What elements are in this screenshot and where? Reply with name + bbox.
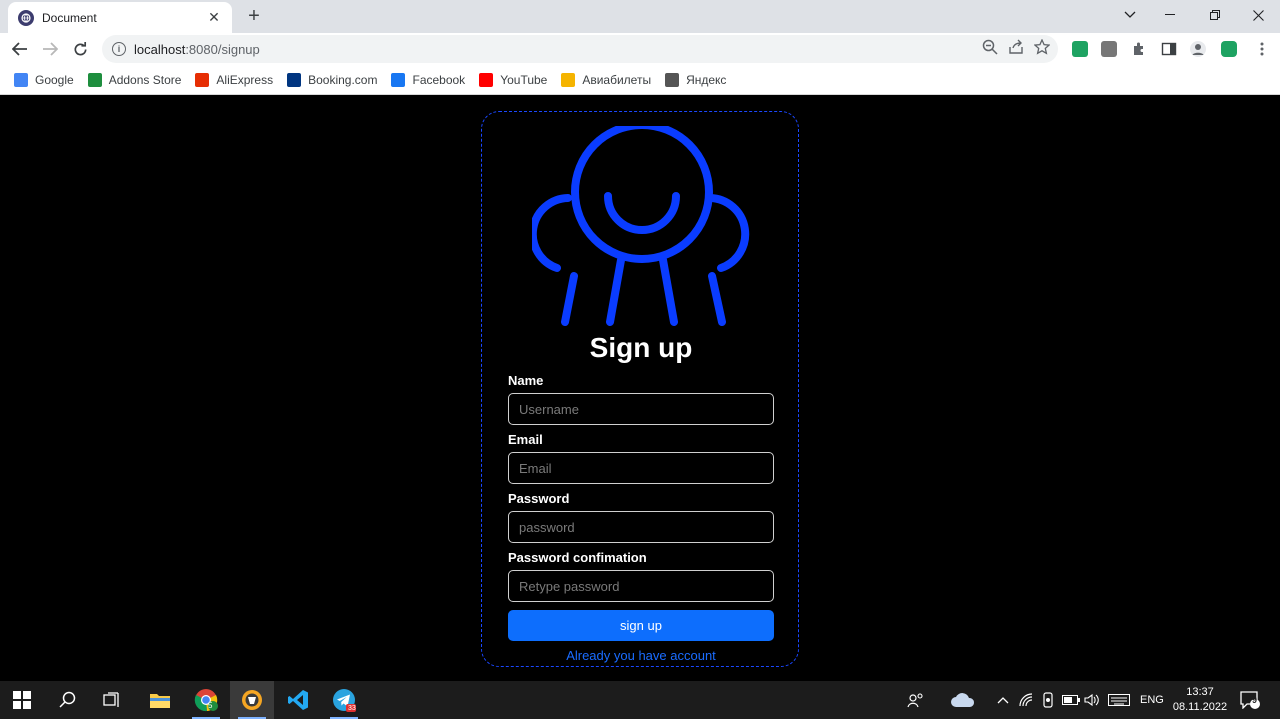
close-window-button[interactable]: [1236, 0, 1280, 30]
back-button[interactable]: [8, 37, 32, 61]
address-bar[interactable]: i localhost:8080/signup: [102, 35, 1058, 63]
bookmark-item[interactable]: Google: [14, 72, 74, 87]
search-icon[interactable]: [46, 681, 90, 719]
bookmark-label: Booking.com: [308, 72, 378, 87]
forward-button[interactable]: [38, 37, 62, 61]
volume-icon[interactable]: [1084, 681, 1100, 719]
bookmark-item[interactable]: Авиабилеты: [561, 72, 652, 87]
keyboard-icon[interactable]: [1108, 681, 1130, 719]
password-input[interactable]: [508, 511, 774, 543]
extension-a-icon[interactable]: [1101, 41, 1117, 57]
bookmark-item[interactable]: Яндекс: [665, 72, 727, 87]
clock-date: 08.11.2022: [1172, 701, 1228, 713]
windows-taskbar: 5 33 ENG 13:37 08.11.2022 9: [0, 681, 1280, 719]
bookmark-label: YouTube: [500, 72, 548, 87]
bookmark-label: Google: [35, 72, 74, 87]
login-link[interactable]: Already you have account: [482, 648, 800, 663]
youtube-icon: [479, 72, 494, 87]
addons-store-icon: [87, 72, 102, 87]
facebook-icon: [391, 72, 406, 87]
browser-titlebar: Document ✕ +: [0, 0, 1280, 33]
browser-menu-icon[interactable]: [1254, 41, 1270, 57]
chrome-taskbar-icon[interactable]: 5: [184, 681, 228, 719]
restore-button[interactable]: [1193, 0, 1237, 30]
signup-card: Sign up Name Email Password Password con…: [481, 111, 799, 667]
zoom-icon[interactable]: [982, 39, 998, 60]
yandex-icon: [665, 72, 680, 87]
booking-icon: [287, 72, 302, 87]
system-clock[interactable]: 13:37 08.11.2022: [1168, 685, 1232, 715]
language-indicator[interactable]: ENG: [1140, 681, 1164, 719]
bookmark-item[interactable]: AliExpress: [195, 72, 274, 87]
side-panel-icon[interactable]: [1161, 41, 1177, 57]
bookmark-label: Addons Store: [108, 72, 182, 87]
page-favicon-icon: [18, 9, 34, 26]
extension-check-shield-icon[interactable]: [1221, 41, 1237, 57]
site-info-icon[interactable]: i: [112, 42, 126, 56]
reload-button[interactable]: [68, 37, 92, 61]
bookmark-label: AliExpress: [216, 72, 274, 87]
bookmark-item[interactable]: Facebook: [391, 72, 466, 87]
password-confirmation-label: Password confimation: [508, 550, 647, 565]
name-label: Name: [508, 373, 544, 388]
bookmark-star-icon[interactable]: [1033, 38, 1051, 60]
bookmark-item[interactable]: Booking.com: [287, 72, 378, 87]
new-tab-button[interactable]: +: [242, 4, 266, 28]
browser-tab[interactable]: Document ✕: [8, 2, 232, 33]
notification-count: 9: [1252, 695, 1258, 705]
task-view-icon[interactable]: [90, 681, 134, 719]
meet-now-icon[interactable]: [1041, 681, 1055, 719]
page-title: Sign up: [589, 332, 693, 363]
username-input[interactable]: [508, 393, 774, 425]
aviabilety-icon: [561, 72, 576, 87]
share-icon[interactable]: [1008, 39, 1024, 60]
notifications-icon[interactable]: 9: [1240, 681, 1260, 719]
sign-up-button[interactable]: sign up: [508, 610, 774, 641]
telegram-badge: 33: [348, 705, 356, 712]
url-text: localhost:8080/signup: [134, 41, 260, 57]
extensions-puzzle-icon[interactable]: [1131, 41, 1147, 57]
extension-shield-icon[interactable]: [1072, 41, 1088, 57]
browser-toolbar: i localhost:8080/signup: [0, 33, 1280, 65]
brave-browser-icon[interactable]: [230, 681, 274, 719]
windows-start-icon[interactable]: [0, 681, 44, 719]
password-confirmation-input[interactable]: [508, 570, 774, 602]
aliexpress-icon: [195, 72, 210, 87]
vscode-icon[interactable]: [276, 681, 320, 719]
page-content: Sign up Name Email Password Password con…: [0, 96, 1280, 681]
show-hidden-icons-icon[interactable]: [997, 681, 1009, 719]
tab-search-icon[interactable]: [1108, 0, 1152, 30]
people-logo-icon: [532, 126, 750, 326]
email-label: Email: [508, 432, 543, 447]
bookmark-item[interactable]: Addons Store: [87, 72, 182, 87]
wifi-icon[interactable]: [1019, 681, 1035, 719]
bookmarks-bar: Google Addons Store AliExpress Booking.com F…: [0, 65, 1280, 95]
clock-time: 13:37: [1186, 686, 1214, 698]
tab-title: Document: [42, 10, 97, 25]
people-icon[interactable]: [906, 681, 926, 719]
password-label: Password: [508, 491, 570, 506]
email-input[interactable]: [508, 452, 774, 484]
telegram-icon[interactable]: 33: [322, 681, 366, 719]
bookmark-label: Facebook: [412, 72, 466, 87]
bookmark-label: Авиабилеты: [582, 72, 652, 87]
chrome-badge: 5: [208, 701, 213, 710]
onedrive-cloud-icon[interactable]: [950, 681, 976, 719]
minimize-button[interactable]: [1148, 0, 1192, 30]
profile-avatar-icon[interactable]: [1190, 41, 1206, 57]
file-explorer-icon[interactable]: [138, 681, 182, 719]
bookmark-label: Яндекс: [686, 72, 727, 87]
google-icon: [14, 72, 28, 87]
battery-icon[interactable]: [1062, 681, 1080, 719]
bookmark-item[interactable]: YouTube: [479, 72, 548, 87]
tab-close-icon[interactable]: ✕: [206, 9, 222, 26]
